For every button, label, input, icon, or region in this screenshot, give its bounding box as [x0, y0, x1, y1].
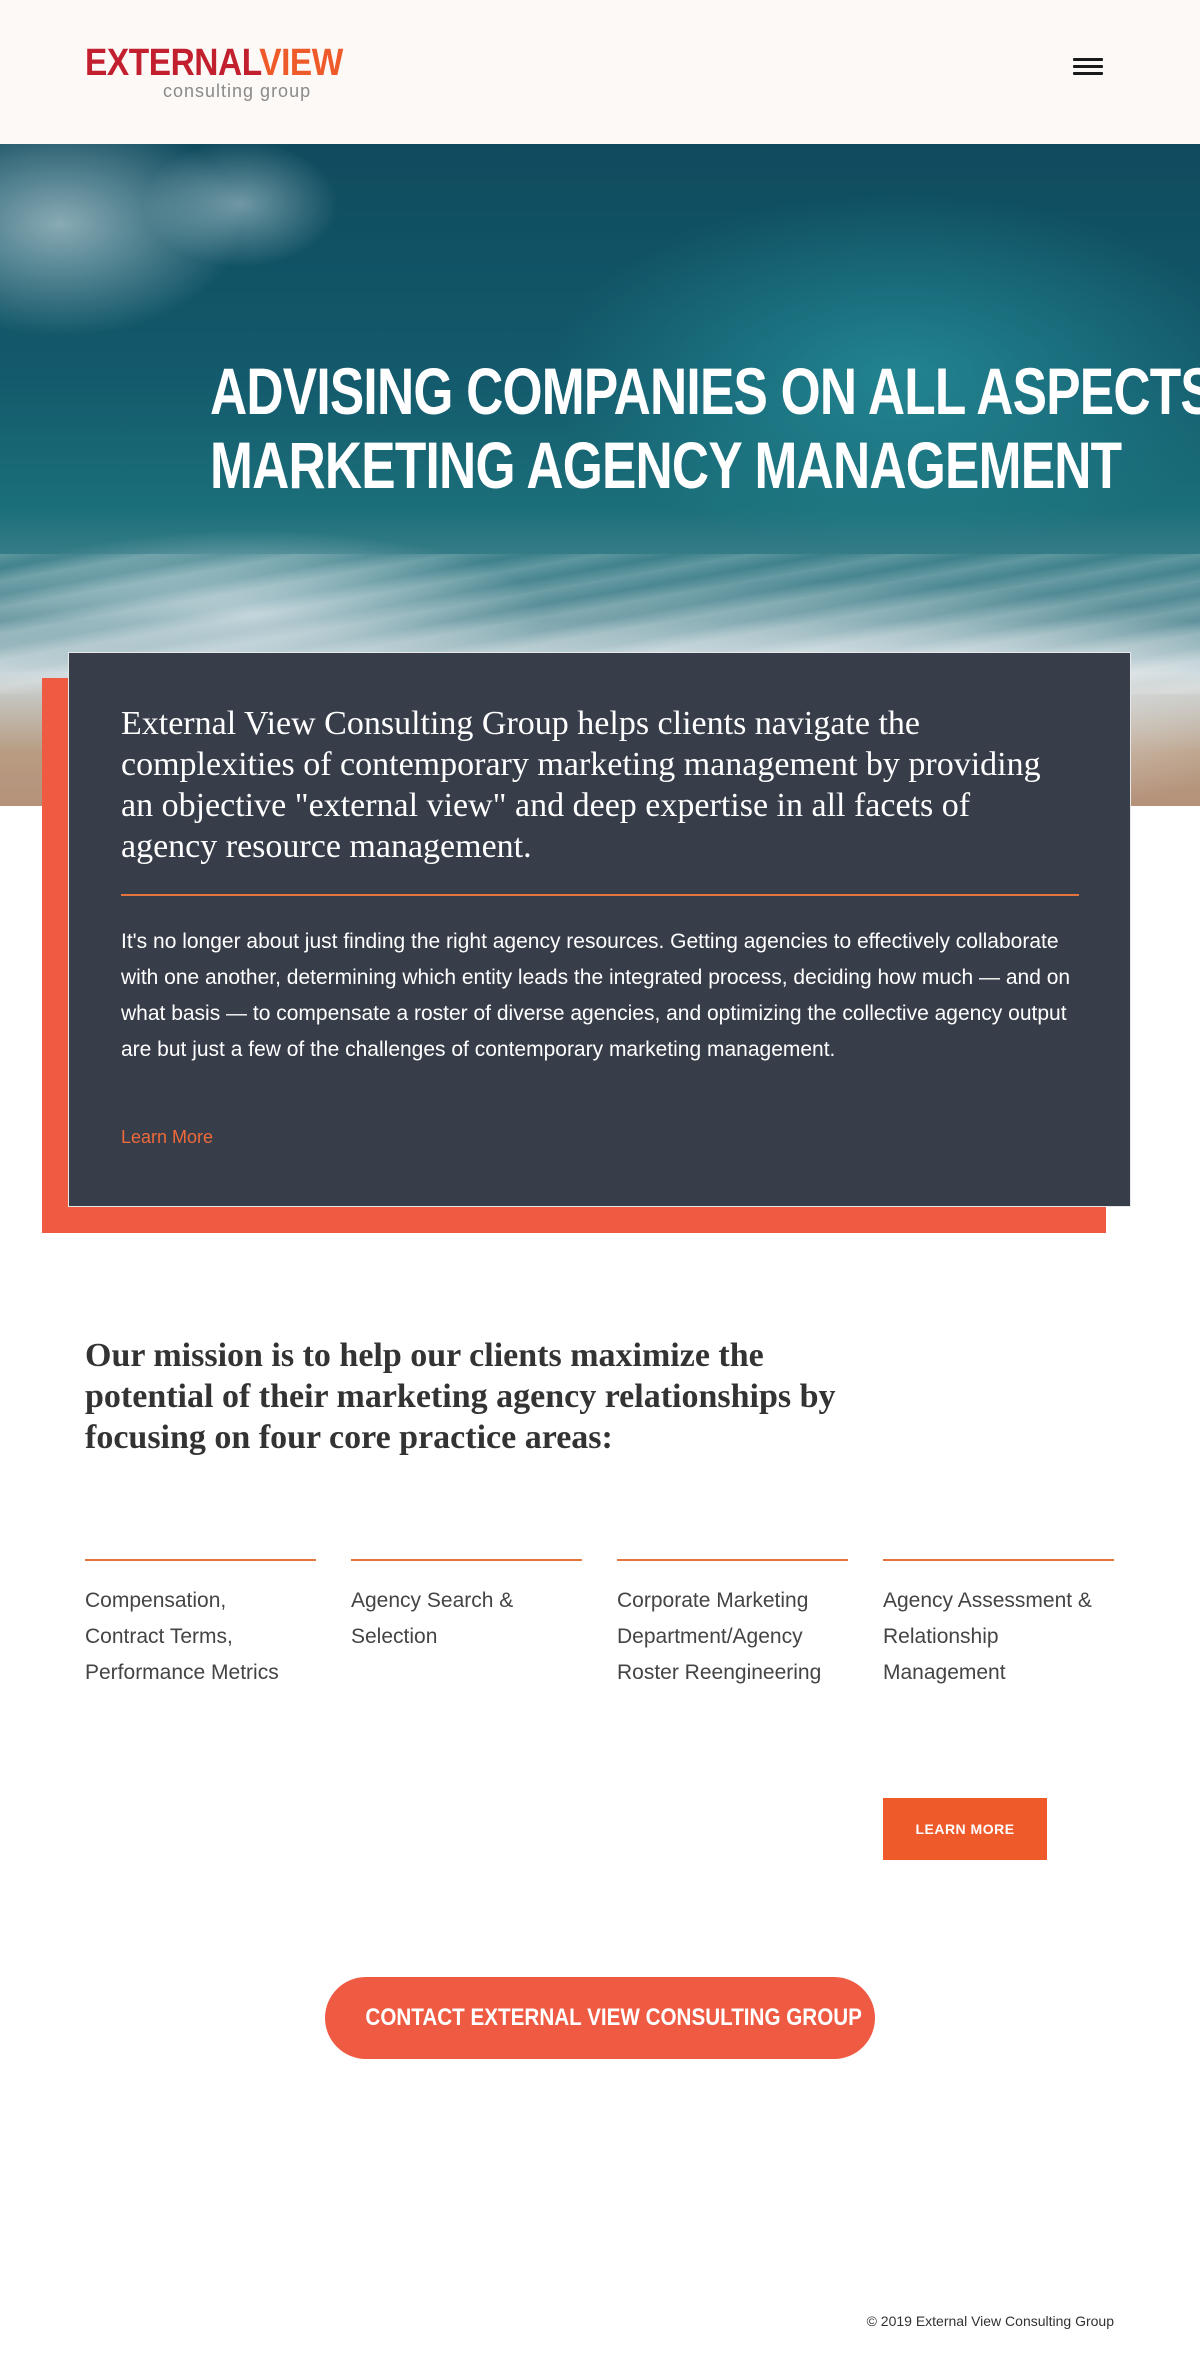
site-logo[interactable]: EXTERNALVIEW consulting group	[85, 38, 343, 106]
footer-copyright: © 2019 External View Consulting Group	[866, 2313, 1114, 2329]
mission-statement: Our mission is to help our clients maxim…	[85, 1337, 836, 1456]
hero-title: ADVISING COMPANIES ON ALL ASPECTS OF MAR…	[210, 354, 1200, 502]
practice-area-divider	[85, 1559, 316, 1561]
practice-area-divider	[617, 1559, 848, 1561]
practice-area-divider	[883, 1559, 1114, 1561]
practice-area-divider	[351, 1559, 582, 1561]
hero-title-line: ADVISING COMPANIES ON ALL ASPECTS OF	[210, 354, 1200, 428]
intro-card: External View Consulting Group helps cli…	[68, 652, 1131, 1207]
intro-divider	[121, 894, 1079, 896]
hamburger-icon-line	[1073, 72, 1103, 75]
practice-area-label: Agency Search & Selection	[351, 1589, 514, 1648]
practice-area-label: Corporate Marketing Department/Agency Ro…	[617, 1589, 822, 1684]
practice-area: Compensation, Contract Terms, Performanc…	[85, 1559, 316, 1691]
intro-learn-more-link[interactable]: Learn More	[121, 1127, 213, 1148]
practice-area: Agency Assessment & Relationship Managem…	[883, 1559, 1114, 1691]
intro-body: It's no longer about just finding the ri…	[121, 930, 1071, 1061]
logo-word-view: VIEW	[259, 42, 343, 84]
practice-area-label: Compensation, Contract Terms, Performanc…	[85, 1589, 279, 1684]
practice-area: Agency Search & Selection	[351, 1559, 582, 1655]
practice-area: Corporate Marketing Department/Agency Ro…	[617, 1559, 848, 1691]
learn-more-button[interactable]: LEARN MORE	[883, 1798, 1047, 1860]
hamburger-menu-button[interactable]	[1070, 52, 1106, 82]
contact-button-label: CONTACT EXTERNAL VIEW CONSULTING GROUP	[365, 2004, 862, 2031]
contact-button[interactable]: CONTACT EXTERNAL VIEW CONSULTING GROUP	[325, 1977, 875, 2059]
site-header: EXTERNALVIEW consulting group	[0, 0, 1200, 144]
logo-word-external: EXTERNAL	[85, 42, 260, 84]
hero-title-line: MARKETING AGENCY MANAGEMENT	[210, 428, 1122, 502]
logo-tagline: consulting group	[163, 81, 312, 101]
hamburger-icon	[1073, 58, 1103, 61]
hamburger-icon-line	[1073, 65, 1103, 68]
practice-areas: Compensation, Contract Terms, Performanc…	[85, 1559, 1115, 1699]
practice-area-label: Agency Assessment & Relationship Managem…	[883, 1589, 1092, 1684]
intro-lead: External View Consulting Group helps cli…	[121, 705, 1041, 865]
